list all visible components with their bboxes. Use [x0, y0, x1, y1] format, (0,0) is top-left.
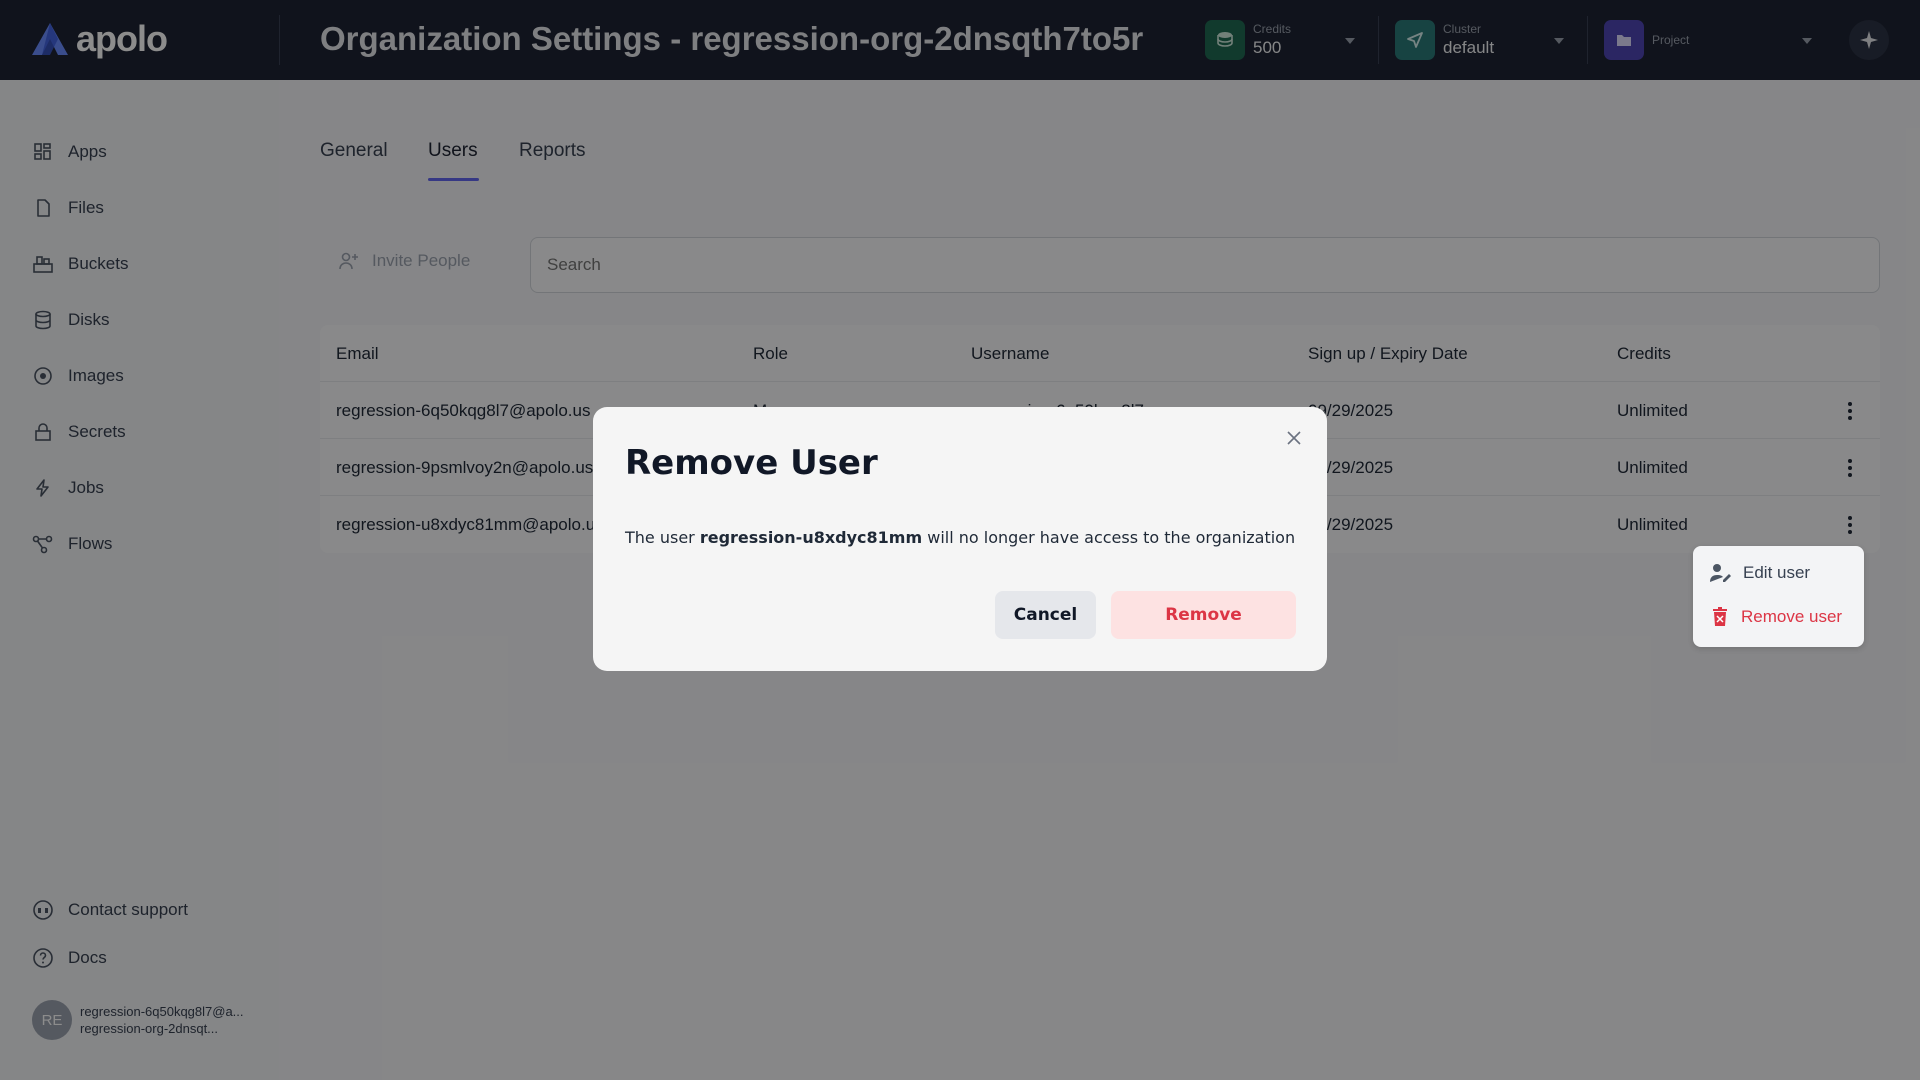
dialog-message-suffix: will no longer have access to the organi…	[922, 528, 1296, 547]
dialog-title: Remove User	[625, 443, 878, 483]
remove-button[interactable]: Remove	[1111, 591, 1296, 639]
close-icon[interactable]	[1286, 430, 1302, 446]
row-actions-menu: Edit user Remove user	[1693, 546, 1864, 647]
dialog-message-prefix: The user	[625, 528, 700, 547]
dialog-username: regression-u8xdyc81mm	[699, 528, 923, 547]
cancel-button[interactable]: Cancel	[995, 591, 1096, 639]
dialog-message: The user regression-u8xdyc81mm will no l…	[625, 528, 1295, 547]
remove-user-label: Remove user	[1741, 607, 1843, 626]
remove-user-dialog: Remove User The user regression-u8xdyc81…	[593, 407, 1327, 671]
menu-item-edit-user[interactable]: Edit user	[1709, 559, 1810, 587]
trash-icon	[1713, 607, 1727, 626]
edit-user-label: Edit user	[1743, 563, 1811, 582]
menu-item-remove-user[interactable]: Remove user	[1709, 603, 1842, 631]
edit-user-icon	[1710, 564, 1731, 582]
